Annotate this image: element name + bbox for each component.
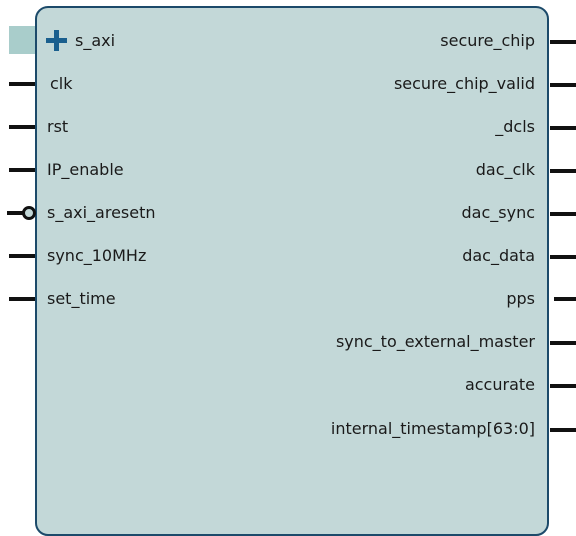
pin-sync-10mhz[interactable] (9, 254, 35, 258)
port-label-s-axi-aresetn: s_axi_aresetn (47, 203, 156, 222)
port-label-s-axi: s_axi (75, 31, 116, 50)
pin-dac-sync[interactable] (550, 212, 576, 216)
port-label-sync-10mhz: sync_10MHz (47, 246, 147, 265)
port-label-dac-clk: dac_clk (475, 160, 535, 179)
pin-rst[interactable] (9, 125, 35, 129)
port-label-rst: rst (47, 117, 69, 136)
pin-dac-data[interactable] (550, 255, 576, 259)
s-axi-bus-highlight (9, 26, 35, 54)
pin-sync-to-external-master[interactable] (550, 341, 576, 345)
port-label-pps: pps (506, 289, 535, 308)
port-label-secure-chip-valid: secure_chip_valid (393, 74, 535, 93)
port-label-ip-enable: IP_enable (47, 160, 124, 179)
port-label-dcls: _dcls (495, 117, 535, 136)
pin-dac-clk[interactable] (550, 169, 576, 173)
pin-accurate[interactable] (550, 384, 576, 388)
port-label-set-time: set_time (47, 289, 116, 308)
active-low-bubble-icon (22, 206, 36, 220)
pin-internal-timestamp[interactable] (550, 428, 576, 432)
expand-plus-icon[interactable] (46, 30, 68, 52)
pin-clk[interactable] (9, 82, 35, 86)
pin-ip-enable[interactable] (9, 168, 35, 172)
pin-dcls[interactable] (550, 126, 576, 130)
pin-secure-chip[interactable] (550, 40, 576, 44)
port-label-dac-sync: dac_sync (461, 203, 536, 222)
port-label-dac-data: dac_data (462, 246, 535, 265)
port-label-sync-to-external-master: sync_to_external_master (335, 332, 535, 351)
port-label-clk: clk (50, 74, 73, 93)
pin-set-time[interactable] (9, 297, 35, 301)
pin-pps[interactable] (554, 297, 576, 301)
pin-secure-chip-valid[interactable] (550, 83, 576, 87)
port-label-internal-timestamp: internal_timestamp[63:0] (330, 419, 535, 438)
port-label-accurate: accurate (464, 375, 535, 394)
port-label-secure-chip: secure_chip (440, 31, 535, 50)
